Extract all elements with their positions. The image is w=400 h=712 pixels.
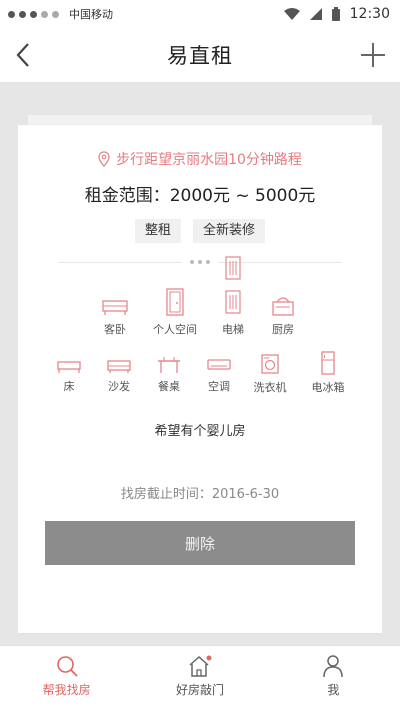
- amenity-bed: 床: [44, 358, 94, 394]
- signal-dots-icon: [8, 10, 59, 18]
- amenity-sofa: 沙发: [94, 358, 144, 394]
- battery-icon: [331, 7, 340, 21]
- back-arrow-icon[interactable]: [10, 40, 38, 70]
- amenity-label: 沙发: [108, 380, 130, 393]
- amenity-label: 客卧: [104, 323, 126, 336]
- sofa-icon: [107, 360, 131, 373]
- nav-tab-me[interactable]: 我: [267, 646, 400, 712]
- page-title: 易直租: [167, 44, 233, 68]
- fridge-icon: [321, 351, 335, 375]
- amenity-guest-bedroom: 客卧: [90, 295, 140, 337]
- amenity-dining-table: 餐桌: [144, 356, 194, 394]
- door-icon: [166, 288, 184, 316]
- bottom-nav: 帮我找房 好房敲门 我: [0, 645, 400, 712]
- amenity-washing-machine: 洗衣机: [245, 353, 295, 395]
- amenity-label: 床: [63, 380, 75, 393]
- status-bar: 中国移动 12:30: [0, 0, 400, 28]
- request-card: 步行距望京丽水园10分钟路程 租金范围：2000元 ~ 5000元 整租 全新装…: [18, 125, 382, 633]
- bed-icon: [57, 361, 81, 373]
- amenity-label: 餐桌: [158, 380, 180, 393]
- content-area: 步行距望京丽水园10分钟路程 租金范围：2000元 ~ 5000元 整租 全新装…: [0, 83, 400, 645]
- delete-button[interactable]: 删除: [45, 521, 355, 565]
- amenity-label: 电冰箱: [311, 381, 345, 394]
- tag-new-decoration: 全新装修: [193, 219, 266, 243]
- wifi-icon: [283, 8, 300, 20]
- air-conditioner-icon: [207, 359, 231, 370]
- app-header: 易直租: [0, 28, 400, 83]
- add-plus-icon[interactable]: [358, 40, 388, 70]
- cell-signal-icon: [309, 8, 322, 20]
- amenity-label: 个人空间: [153, 323, 197, 336]
- rent-range: 租金范围：2000元 ~ 5000元: [84, 186, 316, 206]
- nav-label: 好房敲门: [175, 683, 224, 697]
- nav-tab-find-house[interactable]: 帮我找房: [0, 646, 133, 712]
- user-icon: [323, 655, 344, 678]
- sofa-bed-icon: [102, 300, 128, 315]
- nav-tab-good-house[interactable]: 好房敲门: [133, 646, 266, 712]
- dining-table-icon: [158, 357, 180, 373]
- amenity-personal-space: 个人空间: [150, 287, 200, 337]
- elevator-icon: [225, 256, 241, 314]
- location-text: 步行距望京丽水园10分钟路程: [116, 152, 302, 168]
- deadline-text: 找房截止时间：2016-6-30: [120, 487, 280, 502]
- location-line: 步行距望京丽水园10分钟路程: [18, 149, 382, 169]
- wish-note: 希望有个婴儿房: [154, 424, 246, 439]
- tag-list: 整租 全新装修: [18, 219, 382, 243]
- carrier-name: 中国移动: [69, 8, 113, 21]
- amenity-air-conditioner: 空调: [194, 358, 244, 394]
- search-icon: [56, 656, 78, 677]
- stove-icon: [272, 297, 294, 316]
- washing-machine-icon: [261, 354, 279, 374]
- house-icon: [189, 655, 212, 677]
- nav-label: 帮我找房: [42, 683, 91, 697]
- amenity-kitchen: 厨房: [258, 293, 308, 337]
- amenity-elevator: 电梯: [208, 255, 258, 337]
- amenity-label: 洗衣机: [253, 381, 287, 394]
- nav-label: 我: [327, 683, 340, 697]
- amenity-label: 电梯: [222, 323, 244, 336]
- status-time: 12:30: [349, 6, 390, 22]
- amenity-fridge: 电冰箱: [303, 351, 353, 395]
- amenity-label: 空调: [208, 380, 230, 393]
- location-pin-icon: [98, 151, 110, 167]
- amenity-label: 厨房: [272, 323, 294, 336]
- tag-whole-rent: 整租: [134, 219, 181, 243]
